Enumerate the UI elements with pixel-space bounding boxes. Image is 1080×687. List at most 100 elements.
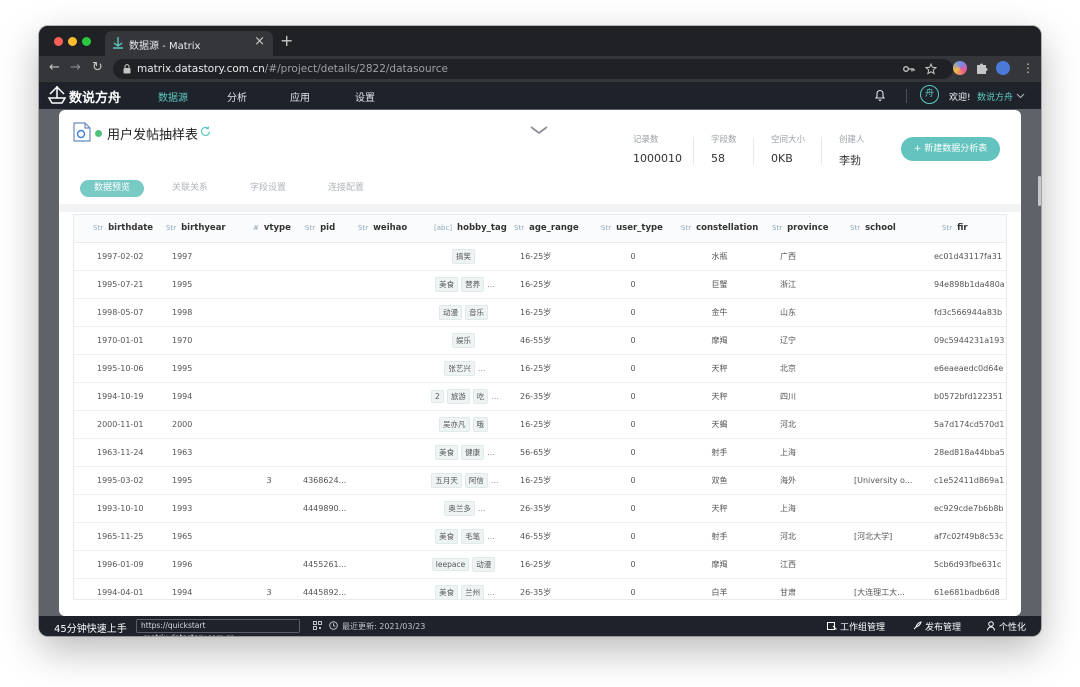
cell-birthyear: 1997 — [160, 242, 239, 271]
personalization-link[interactable]: 个性化 — [999, 620, 1026, 633]
tab-bar: 数据源 - Matrix × + — [39, 26, 1041, 56]
forward-icon[interactable]: → — [70, 60, 81, 76]
profile-avatar-icon[interactable] — [996, 61, 1010, 75]
more-ellipsis: ... — [477, 363, 486, 373]
nav-settings[interactable]: 设置 — [355, 89, 375, 104]
table-row[interactable]: 1995-10-06 1995 张艺兴... 16-25岁 0 天秤 北京 e6eaeaedc… — [74, 354, 1006, 383]
refresh-icon[interactable] — [200, 126, 211, 137]
cell-age-range: 16-25岁 — [508, 550, 593, 579]
cell-province: 北京 — [766, 354, 842, 383]
cell-birthdate: 1997-02-02 — [74, 242, 160, 271]
cell-school: [University o... — [842, 466, 934, 495]
window-close-button[interactable] — [54, 37, 63, 46]
quickstart-link[interactable]: 45分钟快速上手 — [54, 620, 127, 635]
cell-age-range: 46-55岁 — [508, 326, 593, 355]
column-header-school[interactable]: Str school — [842, 215, 934, 243]
tab-data-preview[interactable]: 数据预览 — [80, 180, 145, 197]
more-ellipsis: ... — [487, 279, 495, 289]
tab-field-settings[interactable]: 字段设置 — [250, 180, 286, 197]
new-tab-button[interactable]: + — [280, 31, 293, 50]
stat-divider — [693, 137, 694, 165]
tab-relations[interactable]: 关联关系 — [172, 180, 208, 197]
cell-constellation: 天秤 — [673, 354, 766, 383]
column-header-constellation[interactable]: Str constellation — [673, 215, 766, 243]
cell-school — [842, 354, 934, 383]
cell-vtype — [239, 438, 299, 467]
column-header-hobby-tag[interactable]: [abc] hobby_tag — [422, 215, 508, 243]
nav-analysis[interactable]: 分析 — [227, 89, 247, 104]
table-row[interactable]: 1963-11-24 1963 美食 健康... 56-65岁 0 射手 上海 28ed818a… — [74, 438, 1006, 467]
table-row[interactable]: 1996-01-09 1996 4455261... leepace 动漫 16-25岁 0… — [74, 550, 1006, 579]
window-minimize-button[interactable] — [68, 37, 77, 46]
data-preview-table[interactable]: Str birthdate Str birthyear # vtype Str pid Str w… — [73, 214, 1007, 600]
hobby-tag-chip: 音乐 — [465, 304, 488, 320]
datasource-detail-panel: 用户发帖抽样表 记录数 1000010 字段数 58 空间大小 0KB 创建人 … — [59, 110, 1021, 616]
column-type-icon: Str — [93, 224, 104, 233]
cell-birthyear: 1970 — [160, 326, 239, 355]
cell-province: 辽宁 — [766, 326, 842, 355]
table-row[interactable]: 1994-10-19 1994 2 旅游吃... 26-35岁 0 天秤 四川 b0572bfd… — [74, 382, 1006, 411]
column-header-fir[interactable]: Str fir — [934, 215, 1006, 243]
workgroup-management-link[interactable]: 工作组管理 — [840, 620, 885, 633]
table-row[interactable]: 1995-07-21 1995 美食 营养... 16-25岁 0 巨蟹 浙江 94e898b1… — [74, 270, 1006, 299]
table-row[interactable]: 1995-03-02 1995 3 4368624... 五月天 阿信... 16-25岁 0… — [74, 466, 1006, 495]
tab-close-icon[interactable]: × — [254, 35, 265, 49]
table-row[interactable]: 1998-05-07 1998 动漫 音乐 16-25岁 0 金牛 山东 fd3c566944a… — [74, 298, 1006, 327]
tab-connection-config[interactable]: 连接配置 — [328, 180, 364, 197]
column-type-icon: [abc] — [434, 224, 453, 233]
cell-school: [大连理工大... — [842, 578, 934, 599]
puzzle-extensions-icon[interactable] — [975, 62, 988, 75]
table-row[interactable]: 1970-01-01 1970 娱乐 46-55岁 0 摩羯 辽宁 09c5944231a19… — [74, 326, 1006, 355]
stat-creator: 创建人 李勃 — [839, 133, 865, 168]
create-analysis-table-button[interactable]: + 新建数据分析表 — [901, 137, 1000, 161]
column-header-weihao[interactable]: Str weihao — [354, 215, 422, 243]
qrcode-icon[interactable] — [313, 621, 322, 630]
hobby-tag-chip: 动漫 — [472, 556, 496, 572]
cell-birthyear: 1996 — [160, 550, 239, 579]
cell-birthdate: 1970-01-01 — [74, 326, 160, 355]
table-row[interactable]: 1994-04-01 1994 3 4445892... 美食 兰州... 26-35岁 0 白… — [74, 578, 1006, 599]
cell-fir: 5cb6d93fbe631c — [934, 550, 1006, 579]
bookmark-star-icon[interactable] — [925, 63, 937, 75]
key-icon[interactable] — [903, 64, 915, 74]
reload-icon[interactable]: ↻ — [92, 60, 103, 76]
column-header-province[interactable]: Str province — [766, 215, 842, 243]
browser-menu-icon[interactable]: ⋮ — [1022, 60, 1034, 76]
cell-vtype — [239, 242, 299, 271]
bell-icon[interactable] — [874, 88, 886, 101]
column-header-vtype[interactable]: # vtype — [239, 215, 299, 243]
column-header-age-range[interactable]: Str age_range — [508, 215, 593, 243]
user-avatar[interactable]: 舟 — [920, 85, 939, 104]
cell-birthdate: 1995-03-02 — [74, 466, 160, 495]
vertical-scrollbar[interactable] — [1038, 176, 1041, 206]
hobby-tag-chip: 奥兰多 — [444, 500, 475, 516]
column-header-user-type[interactable]: Str user_type — [593, 215, 673, 243]
chevron-down-icon[interactable] — [1016, 93, 1025, 99]
cell-user-type: 0 — [593, 242, 673, 271]
column-header-birthdate[interactable]: Str birthdate — [74, 215, 160, 243]
extension-icon[interactable] — [953, 61, 967, 75]
matrix-favicon-icon — [113, 37, 123, 49]
username-text[interactable]: 数说方舟 — [977, 90, 1013, 103]
table-row[interactable]: 1965-11-25 1965 美食 毛笔... 46-55岁 0 射手 河北 [河北大学] af… — [74, 522, 1006, 551]
url-input[interactable]: matrix.datastory.com.cn/#/project/detail… — [113, 59, 953, 79]
browser-tab[interactable]: 数据源 - Matrix × — [105, 31, 273, 56]
column-header-pid[interactable]: Str pid — [299, 215, 354, 243]
cell-hobby-tag: 搞笑 — [422, 242, 508, 271]
table-row[interactable]: 1997-02-02 1997 搞笑 16-25岁 0 水瓶 广西 ec01d43117fa3… — [74, 242, 1006, 271]
nav-application[interactable]: 应用 — [290, 89, 310, 104]
nav-datasource[interactable]: 数据源 — [158, 89, 188, 104]
cell-province: 河北 — [766, 410, 842, 439]
collapse-chevron-icon[interactable] — [530, 125, 548, 135]
cell-hobby-tag: 美食 毛笔... — [422, 522, 508, 551]
cell-user-type: 0 — [593, 466, 673, 495]
column-header-birthyear[interactable]: Str birthyear — [160, 215, 239, 243]
table-row[interactable]: 2000-11-01 2000 吴亦凡哦 16-25岁 0 天蝎 河北 5a7d174cd57… — [74, 410, 1006, 439]
stat-divider — [753, 137, 754, 165]
cell-age-range: 16-25岁 — [508, 410, 593, 439]
publish-management-link[interactable]: 发布管理 — [925, 620, 961, 633]
window-maximize-button[interactable] — [82, 37, 91, 46]
table-row[interactable]: 1993-10-10 1993 4449890... 奥兰多... 26-35岁 0 天秤上… — [74, 494, 1006, 523]
back-icon[interactable]: ← — [49, 60, 60, 76]
quickstart-url[interactable]: https://quickstart .matrix.datastory.com… — [136, 619, 300, 636]
